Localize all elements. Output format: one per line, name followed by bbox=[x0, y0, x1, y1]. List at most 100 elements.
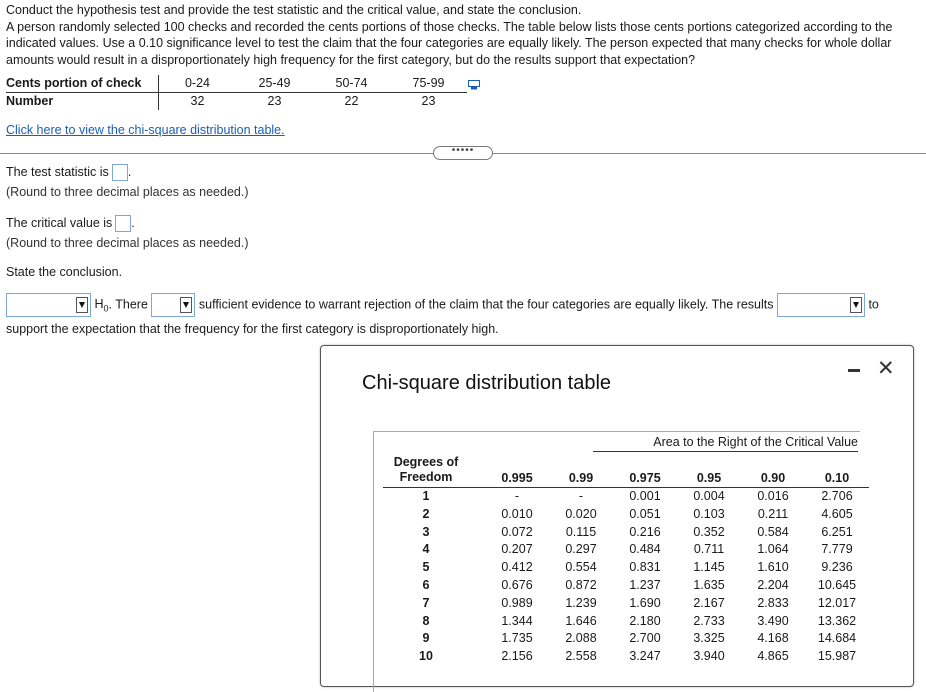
chi-value-cell: 2.204 bbox=[757, 577, 789, 592]
evidence-dropdown[interactable] bbox=[151, 293, 196, 317]
spacer-cell bbox=[469, 506, 485, 524]
chi-value-cell: 0.016 bbox=[757, 489, 789, 503]
table-row: Number 32 23 22 23 bbox=[6, 92, 467, 110]
chi-value-cell: 3.490 bbox=[757, 613, 789, 628]
minimize-icon[interactable] bbox=[848, 369, 860, 372]
alpha-header: 0.99 bbox=[549, 453, 613, 488]
df-cell: 1 bbox=[422, 489, 430, 503]
chi-value-cell: 0.020 bbox=[565, 506, 597, 521]
chi-value-cell: 2.156 bbox=[501, 649, 533, 664]
number-cell: 23 bbox=[267, 94, 282, 108]
df-header-line1: Degrees of bbox=[393, 455, 459, 469]
spacer-cell bbox=[469, 453, 485, 488]
category-cell: 25-49 bbox=[236, 75, 313, 93]
chi-value-cell: 0.001 bbox=[629, 489, 661, 503]
chi-value-cell: 0.004 bbox=[693, 489, 725, 503]
h0-label: H0 bbox=[94, 297, 108, 314]
chi-value-cell: 4.168 bbox=[757, 631, 789, 646]
spacer-cell bbox=[469, 524, 485, 542]
test-statistic-line: The test statistic is. bbox=[6, 164, 131, 181]
spacer-cell bbox=[469, 613, 485, 631]
chi-value-cell: 0.352 bbox=[693, 524, 725, 539]
popup-title: Chi-square distribution table bbox=[362, 372, 612, 394]
chi-value-cell: 0.207 bbox=[501, 542, 533, 557]
there-text: . There bbox=[108, 297, 148, 312]
dropdown-arrow-icon bbox=[76, 297, 88, 313]
chi-value-cell: 2.833 bbox=[757, 595, 789, 610]
chi-value-cell: 2.167 bbox=[693, 595, 725, 610]
chi-value-cell: 1.064 bbox=[757, 542, 789, 557]
chi-value-cell: 0.010 bbox=[501, 506, 533, 521]
expand-more-button[interactable]: ••••• bbox=[433, 146, 493, 160]
copy-data-icon[interactable] bbox=[468, 80, 480, 90]
results-dropdown[interactable] bbox=[776, 293, 865, 317]
chi-table-row: 5 0.412 0.554 0.831 1.145 1.610 9.236 bbox=[383, 559, 869, 577]
chi-value-cell: 1.145 bbox=[693, 560, 725, 575]
chi-square-table: Degrees of Freedom 0.995 0.99 0.975 0.95… bbox=[383, 453, 869, 666]
chi-table-row: 7 0.989 1.239 1.690 2.167 2.833 12.017 bbox=[383, 595, 869, 613]
dropdown-arrow-icon bbox=[180, 297, 193, 313]
chi-value-cell: 1.239 bbox=[565, 595, 597, 610]
chi-value-cell: 0.484 bbox=[629, 542, 661, 557]
conclusion-line2: support the expectation that the frequen… bbox=[6, 321, 499, 336]
chi-value-cell: 2.700 bbox=[629, 631, 661, 646]
chi-value-cell: 4.865 bbox=[757, 649, 789, 664]
area-header: Area to the Right of the Critical Value bbox=[593, 434, 858, 452]
category-cell: 50-74 bbox=[313, 75, 390, 93]
chi-value-cell: 0.216 bbox=[629, 524, 661, 539]
chi-value-cell: 10.645 bbox=[817, 577, 857, 592]
chi-value-cell: 0.676 bbox=[501, 577, 533, 592]
chi-value-cell: 1.610 bbox=[757, 560, 789, 575]
chi-header-row: Degrees of Freedom 0.995 0.99 0.975 0.95… bbox=[383, 453, 869, 488]
dropdown-arrow-icon bbox=[849, 297, 862, 313]
conclusion-sentence: H0. There sufficient evidence to warrant… bbox=[6, 293, 918, 340]
chi-value-cell: 0.103 bbox=[693, 506, 725, 521]
df-header: Degrees of Freedom bbox=[383, 453, 469, 488]
decision-dropdown[interactable] bbox=[6, 293, 91, 317]
number-cell: 23 bbox=[421, 94, 436, 108]
alpha-header: 0.975 bbox=[613, 453, 677, 488]
critical-value-label: The critical value is bbox=[6, 215, 113, 230]
chi-value-cell: 9.236 bbox=[821, 560, 853, 575]
chi-value-cell: 0.072 bbox=[501, 524, 533, 539]
state-conclusion-label: State the conclusion. bbox=[6, 265, 123, 279]
to-text: to bbox=[868, 297, 879, 312]
conclusion-mid-text: sufficient evidence to warrant rejection… bbox=[198, 297, 774, 312]
critical-value-input[interactable] bbox=[115, 215, 132, 232]
chi-value-cell: 2.088 bbox=[565, 631, 597, 646]
chi-table-row: 8 1.344 1.646 2.180 2.733 3.490 13.362 bbox=[383, 613, 869, 631]
chi-value-cell: 0.872 bbox=[565, 577, 597, 592]
category-cell: 0-24 bbox=[158, 75, 236, 93]
h0-letter: H bbox=[94, 297, 104, 312]
row-header-cents: Cents portion of check bbox=[6, 75, 159, 93]
chi-value-cell: 0.831 bbox=[629, 560, 661, 575]
chi-value-cell: 0.412 bbox=[501, 560, 533, 575]
critical-value-line: The critical value is. bbox=[6, 215, 135, 232]
chi-value-cell: 14.684 bbox=[817, 631, 857, 646]
chi-table-row: 6 0.676 0.872 1.237 1.635 2.204 10.645 bbox=[383, 577, 869, 595]
alpha-header: 0.10 bbox=[805, 453, 869, 488]
chi-value-cell: 12.017 bbox=[817, 595, 857, 610]
alpha-header: 0.90 bbox=[741, 453, 805, 488]
cents-data-table: Cents portion of check 0-24 25-49 50-74 … bbox=[6, 75, 467, 110]
spacer-cell bbox=[469, 488, 485, 506]
spacer-cell bbox=[469, 595, 485, 613]
chi-value-cell: 0.115 bbox=[565, 524, 597, 539]
chi-table-row: 10 2.156 2.558 3.247 3.940 4.865 15.987 bbox=[383, 648, 869, 666]
chi-value-cell: 15.987 bbox=[817, 649, 857, 664]
chi-table-row: 9 1.735 2.088 2.700 3.325 4.168 14.684 bbox=[383, 630, 869, 648]
df-cell: 9 bbox=[422, 631, 430, 646]
chi-value-cell: 0.211 bbox=[757, 506, 789, 521]
chi-value-cell: 3.247 bbox=[629, 649, 661, 664]
chi-value-cell: 2.180 bbox=[629, 613, 661, 628]
chi-value-cell: 0.297 bbox=[565, 542, 597, 557]
chi-value-cell: 0.584 bbox=[757, 524, 789, 539]
alpha-header: 0.995 bbox=[485, 453, 549, 488]
chi-square-table-link[interactable]: Click here to view the chi-square distri… bbox=[6, 123, 285, 137]
df-cell: 7 bbox=[422, 595, 430, 610]
number-cell: 32 bbox=[190, 94, 205, 108]
chi-value-cell: 1.344 bbox=[501, 613, 533, 628]
chi-value-cell: 7.779 bbox=[821, 542, 853, 557]
test-statistic-input[interactable] bbox=[111, 164, 128, 181]
close-icon[interactable]: ✕ bbox=[877, 358, 895, 380]
